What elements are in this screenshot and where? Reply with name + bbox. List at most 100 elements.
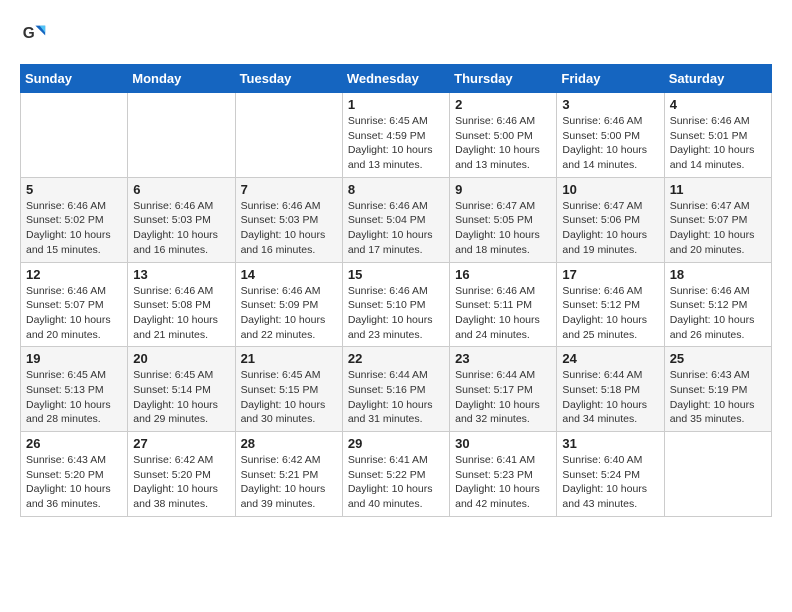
calendar-cell: 9 Sunrise: 6:47 AM Sunset: 5:05 PM Daylig…	[450, 177, 557, 262]
calendar-cell: 16 Sunrise: 6:46 AM Sunset: 5:11 PM Dayli…	[450, 262, 557, 347]
day-info: Sunrise: 6:41 AM Sunset: 5:23 PM Dayligh…	[455, 453, 551, 512]
day-info: Sunrise: 6:47 AM Sunset: 5:06 PM Dayligh…	[562, 199, 658, 258]
day-info: Sunrise: 6:46 AM Sunset: 5:12 PM Dayligh…	[562, 284, 658, 343]
day-number: 6	[133, 182, 229, 197]
day-header-friday: Friday	[557, 65, 664, 93]
day-info: Sunrise: 6:45 AM Sunset: 5:14 PM Dayligh…	[133, 368, 229, 427]
day-number: 3	[562, 97, 658, 112]
day-info: Sunrise: 6:47 AM Sunset: 5:05 PM Dayligh…	[455, 199, 551, 258]
day-number: 5	[26, 182, 122, 197]
day-info: Sunrise: 6:46 AM Sunset: 5:11 PM Dayligh…	[455, 284, 551, 343]
day-number: 26	[26, 436, 122, 451]
day-info: Sunrise: 6:46 AM Sunset: 5:01 PM Dayligh…	[670, 114, 766, 173]
calendar-header-row: SundayMondayTuesdayWednesdayThursdayFrid…	[21, 65, 772, 93]
calendar-week-1: 1Sunrise: 6:45 AM Sunset: 4:59 PM Daylig…	[21, 93, 772, 178]
calendar-cell: 7 Sunrise: 6:46 AM Sunset: 5:03 PM Daylig…	[235, 177, 342, 262]
calendar-cell	[128, 93, 235, 178]
calendar-week-4: 19 Sunrise: 6:45 AM Sunset: 5:13 PM Dayli…	[21, 347, 772, 432]
day-number: 19	[26, 351, 122, 366]
day-header-saturday: Saturday	[664, 65, 771, 93]
day-number: 27	[133, 436, 229, 451]
day-number: 9	[455, 182, 551, 197]
calendar-cell: 18Sunrise: 6:46 AM Sunset: 5:12 PM Dayli…	[664, 262, 771, 347]
day-number: 17	[562, 267, 658, 282]
day-info: Sunrise: 6:46 AM Sunset: 5:03 PM Dayligh…	[241, 199, 337, 258]
day-info: Sunrise: 6:43 AM Sunset: 5:20 PM Dayligh…	[26, 453, 122, 512]
day-header-thursday: Thursday	[450, 65, 557, 93]
calendar-cell: 27 Sunrise: 6:42 AM Sunset: 5:20 PM Dayli…	[128, 432, 235, 517]
day-number: 24	[562, 351, 658, 366]
day-info: Sunrise: 6:44 AM Sunset: 5:16 PM Dayligh…	[348, 368, 444, 427]
calendar-cell: 25 Sunrise: 6:43 AM Sunset: 5:19 PM Dayli…	[664, 347, 771, 432]
day-info: Sunrise: 6:42 AM Sunset: 5:21 PM Dayligh…	[241, 453, 337, 512]
calendar-cell: 21Sunrise: 6:45 AM Sunset: 5:15 PM Dayli…	[235, 347, 342, 432]
calendar-cell: 23 Sunrise: 6:44 AM Sunset: 5:17 PM Dayli…	[450, 347, 557, 432]
day-info: Sunrise: 6:40 AM Sunset: 5:24 PM Dayligh…	[562, 453, 658, 512]
day-number: 30	[455, 436, 551, 451]
day-header-tuesday: Tuesday	[235, 65, 342, 93]
day-number: 10	[562, 182, 658, 197]
day-number: 20	[133, 351, 229, 366]
calendar-table: SundayMondayTuesdayWednesdayThursdayFrid…	[20, 64, 772, 517]
day-number: 16	[455, 267, 551, 282]
day-info: Sunrise: 6:43 AM Sunset: 5:19 PM Dayligh…	[670, 368, 766, 427]
calendar-cell: 20 Sunrise: 6:45 AM Sunset: 5:14 PM Dayli…	[128, 347, 235, 432]
day-number: 25	[670, 351, 766, 366]
day-info: Sunrise: 6:44 AM Sunset: 5:18 PM Dayligh…	[562, 368, 658, 427]
calendar-cell: 30 Sunrise: 6:41 AM Sunset: 5:23 PM Dayli…	[450, 432, 557, 517]
day-number: 2	[455, 97, 551, 112]
calendar-cell: 31Sunrise: 6:40 AM Sunset: 5:24 PM Dayli…	[557, 432, 664, 517]
day-number: 23	[455, 351, 551, 366]
calendar-cell: 29 Sunrise: 6:41 AM Sunset: 5:22 PM Dayli…	[342, 432, 449, 517]
calendar-cell: 28 Sunrise: 6:42 AM Sunset: 5:21 PM Dayli…	[235, 432, 342, 517]
day-info: Sunrise: 6:46 AM Sunset: 5:07 PM Dayligh…	[26, 284, 122, 343]
day-info: Sunrise: 6:46 AM Sunset: 5:09 PM Dayligh…	[241, 284, 337, 343]
day-info: Sunrise: 6:46 AM Sunset: 5:03 PM Dayligh…	[133, 199, 229, 258]
calendar-cell: 1Sunrise: 6:45 AM Sunset: 4:59 PM Daylig…	[342, 93, 449, 178]
day-info: Sunrise: 6:44 AM Sunset: 5:17 PM Dayligh…	[455, 368, 551, 427]
day-info: Sunrise: 6:46 AM Sunset: 5:08 PM Dayligh…	[133, 284, 229, 343]
day-number: 14	[241, 267, 337, 282]
day-number: 21	[241, 351, 337, 366]
day-info: Sunrise: 6:46 AM Sunset: 5:12 PM Dayligh…	[670, 284, 766, 343]
calendar-cell: 5Sunrise: 6:46 AM Sunset: 5:02 PM Daylig…	[21, 177, 128, 262]
calendar-cell: 26 Sunrise: 6:43 AM Sunset: 5:20 PM Dayli…	[21, 432, 128, 517]
logo-icon: G	[20, 20, 48, 48]
svg-text:G: G	[23, 25, 35, 42]
calendar-cell: 12 Sunrise: 6:46 AM Sunset: 5:07 PM Dayli…	[21, 262, 128, 347]
day-info: Sunrise: 6:41 AM Sunset: 5:22 PM Dayligh…	[348, 453, 444, 512]
day-number: 12	[26, 267, 122, 282]
day-number: 28	[241, 436, 337, 451]
calendar-week-2: 5Sunrise: 6:46 AM Sunset: 5:02 PM Daylig…	[21, 177, 772, 262]
day-info: Sunrise: 6:42 AM Sunset: 5:20 PM Dayligh…	[133, 453, 229, 512]
calendar-cell: 13Sunrise: 6:46 AM Sunset: 5:08 PM Dayli…	[128, 262, 235, 347]
day-number: 7	[241, 182, 337, 197]
day-header-monday: Monday	[128, 65, 235, 93]
calendar-cell: 17 Sunrise: 6:46 AM Sunset: 5:12 PM Dayli…	[557, 262, 664, 347]
calendar-cell	[21, 93, 128, 178]
calendar-cell: 10 Sunrise: 6:47 AM Sunset: 5:06 PM Dayli…	[557, 177, 664, 262]
day-info: Sunrise: 6:46 AM Sunset: 5:10 PM Dayligh…	[348, 284, 444, 343]
day-info: Sunrise: 6:46 AM Sunset: 5:00 PM Dayligh…	[562, 114, 658, 173]
day-info: Sunrise: 6:45 AM Sunset: 4:59 PM Dayligh…	[348, 114, 444, 173]
calendar-cell: 3 Sunrise: 6:46 AM Sunset: 5:00 PM Daylig…	[557, 93, 664, 178]
day-number: 8	[348, 182, 444, 197]
calendar-week-3: 12 Sunrise: 6:46 AM Sunset: 5:07 PM Dayli…	[21, 262, 772, 347]
calendar-week-5: 26 Sunrise: 6:43 AM Sunset: 5:20 PM Dayli…	[21, 432, 772, 517]
calendar-cell: 11Sunrise: 6:47 AM Sunset: 5:07 PM Dayli…	[664, 177, 771, 262]
day-info: Sunrise: 6:47 AM Sunset: 5:07 PM Dayligh…	[670, 199, 766, 258]
calendar-cell: 24 Sunrise: 6:44 AM Sunset: 5:18 PM Dayli…	[557, 347, 664, 432]
day-number: 22	[348, 351, 444, 366]
calendar-cell	[664, 432, 771, 517]
day-number: 4	[670, 97, 766, 112]
calendar-cell: 15 Sunrise: 6:46 AM Sunset: 5:10 PM Dayli…	[342, 262, 449, 347]
calendar-cell: 6 Sunrise: 6:46 AM Sunset: 5:03 PM Daylig…	[128, 177, 235, 262]
calendar-cell: 22 Sunrise: 6:44 AM Sunset: 5:16 PM Dayli…	[342, 347, 449, 432]
day-info: Sunrise: 6:46 AM Sunset: 5:00 PM Dayligh…	[455, 114, 551, 173]
day-number: 15	[348, 267, 444, 282]
logo: G	[20, 20, 52, 48]
day-header-wednesday: Wednesday	[342, 65, 449, 93]
day-number: 29	[348, 436, 444, 451]
calendar-cell	[235, 93, 342, 178]
day-info: Sunrise: 6:45 AM Sunset: 5:13 PM Dayligh…	[26, 368, 122, 427]
